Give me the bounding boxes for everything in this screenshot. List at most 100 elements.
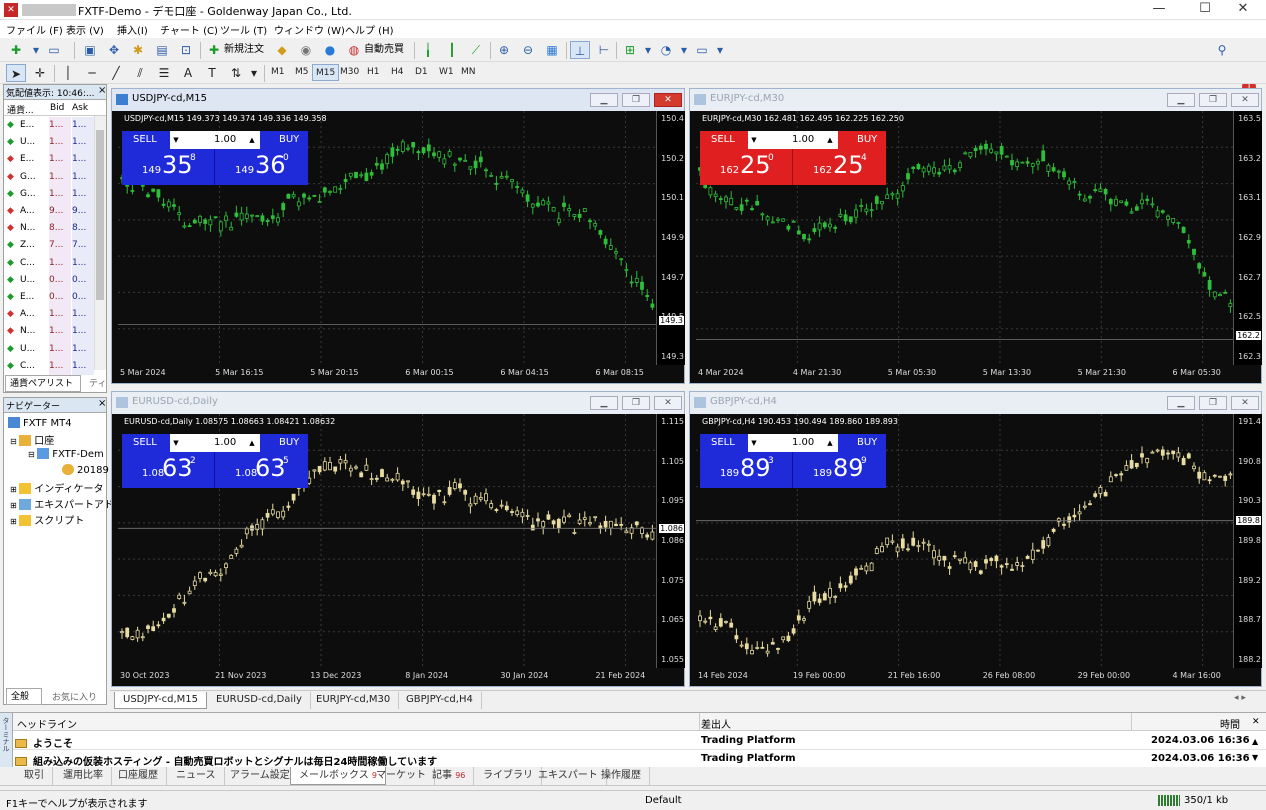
buy-button[interactable]: BUY	[838, 434, 886, 452]
chevron-down-icon[interactable]: ▼	[748, 435, 760, 451]
chevron-up-icon[interactable]: ▲	[824, 435, 836, 451]
sell-quote[interactable]: 149 35 8	[122, 149, 215, 185]
period-m30[interactable]: M30	[337, 64, 362, 81]
tile-windows-icon[interactable]: ▦	[542, 41, 562, 59]
col-time[interactable]: 時間	[1220, 716, 1240, 731]
lot-size-field[interactable]: ▼ 1.00 ▲	[170, 434, 260, 452]
auto-scroll-icon[interactable]: ⊥	[570, 41, 590, 59]
market-watch-row[interactable]: ◆ E... 1... 1...	[4, 117, 94, 135]
chevron-up-icon[interactable]: ▲	[824, 132, 836, 148]
sell-quote[interactable]: 189 89 3	[700, 452, 793, 488]
sell-button[interactable]: SELL	[122, 434, 170, 452]
period-mn[interactable]: MN	[458, 64, 479, 81]
close-button[interactable]: ✕	[1220, 0, 1266, 20]
chart-tab-eurusd[interactable]: EURUSD-cd,Daily	[208, 692, 311, 709]
strategy-tester-icon[interactable]: ⊡	[176, 41, 196, 59]
minimize-icon[interactable]: ▁	[1167, 396, 1195, 410]
terminal-tab[interactable]: 操作履歴	[593, 767, 650, 785]
terminal-tab[interactable]: 口座履歴	[110, 767, 167, 785]
col-bid[interactable]: Bid	[50, 103, 64, 113]
nav-indicators[interactable]: ⊞ インディケータ	[10, 480, 104, 495]
restore-icon[interactable]: ❐	[622, 396, 650, 410]
market-watch-row[interactable]: ◆ G... 1... 1...	[4, 168, 94, 186]
new-chart-icon[interactable]: ✚	[6, 41, 26, 59]
menu-insert[interactable]: 挿入(I)	[117, 22, 148, 37]
market-watch-row[interactable]: ◆ A... 9... 9...	[4, 203, 94, 221]
market-watch-row[interactable]: ◆ U... 1... 1...	[4, 134, 94, 152]
zoom-out-icon[interactable]: ⊖	[518, 41, 538, 59]
chart-shift-icon[interactable]: ⊢	[594, 41, 614, 59]
chart-caption[interactable]: GBPJPY-cd,H4 ▁ ❐ ✕	[690, 392, 1261, 414]
chevron-down-icon[interactable]: ▾	[710, 41, 730, 59]
new-order-icon[interactable]: ✚	[204, 41, 224, 59]
navigator-icon[interactable]: ✱	[128, 41, 148, 59]
menu-help[interactable]: ヘルプ (H)	[345, 22, 394, 37]
col-symbol[interactable]: 通貨...	[7, 103, 34, 116]
chevron-down-icon[interactable]: ▾	[638, 41, 658, 59]
chart-caption[interactable]: EURJPY-cd,M30 ▁ ❐ ✕	[690, 89, 1261, 111]
nav-account[interactable]: 20189	[62, 464, 109, 476]
vertical-line-icon[interactable]: │	[58, 64, 78, 82]
market-watch-icon[interactable]: ▣	[80, 41, 100, 59]
market-watch-row[interactable]: ◆ E... 0... 0...	[4, 289, 94, 307]
close-icon[interactable]: ✕	[1231, 396, 1259, 410]
lot-size-field[interactable]: ▼ 1.00 ▲	[748, 434, 838, 452]
close-icon[interactable]: ✕	[654, 93, 682, 107]
text-label-icon[interactable]: T	[202, 64, 222, 82]
tab-symbols[interactable]: 通貨ペアリスト	[5, 375, 81, 392]
auto-trade-icon[interactable]: ◍	[344, 41, 364, 59]
mail-row[interactable]: ようこそ Trading Platform 2024.03.06 16:36	[13, 732, 1266, 750]
arrows-icon[interactable]: ⇅	[226, 64, 246, 82]
candlestick-icon[interactable]: ┃	[442, 41, 462, 59]
channel-icon[interactable]: ⫽	[130, 64, 150, 82]
terminal-tab[interactable]: 記事 96	[424, 767, 475, 785]
crosshair-icon[interactable]: ✛	[30, 64, 50, 82]
market-watch-row[interactable]: ◆ C... 1... 1...	[4, 357, 94, 375]
nav-root[interactable]: FXTF MT4	[8, 417, 72, 429]
new-order-button[interactable]: 新規注文	[224, 42, 264, 58]
nav-accounts[interactable]: ⊟ 口座	[10, 432, 54, 447]
sell-button[interactable]: SELL	[700, 131, 748, 149]
period-h1[interactable]: H1	[364, 64, 383, 81]
terminal-tab[interactable]: アラーム設定	[222, 767, 299, 785]
search-icon[interactable]: ⚲	[1212, 41, 1232, 59]
sell-quote[interactable]: 162 25 0	[700, 149, 793, 185]
menu-chart[interactable]: チャート (C)	[160, 22, 218, 37]
col-headline[interactable]: ヘッドライン	[17, 716, 77, 731]
chevron-down-icon[interactable]: ▼	[170, 132, 182, 148]
scroll-up-icon[interactable]: ▲	[1252, 737, 1258, 746]
restore-icon[interactable]: ❐	[622, 93, 650, 107]
lot-size-field[interactable]: ▼ 1.00 ▲	[748, 131, 838, 149]
auto-trade-button[interactable]: 自動売買	[364, 42, 404, 58]
menu-view[interactable]: 表示 (V)	[66, 22, 104, 37]
periods-clock-icon[interactable]: ◔	[656, 41, 676, 59]
buy-quote[interactable]: 162 25 4	[793, 149, 886, 185]
scroll-thumb[interactable]	[96, 130, 104, 300]
market-watch-row[interactable]: ◆ C... 1... 1...	[4, 254, 94, 272]
tab-favorites[interactable]: お気に入り	[52, 690, 97, 703]
terminal-tab[interactable]: 取引	[16, 767, 53, 785]
terminal-tab[interactable]: ニュース	[168, 767, 225, 785]
indicators-icon[interactable]: ⊞	[620, 41, 640, 59]
lot-size-field[interactable]: ▼ 1.00 ▲	[170, 131, 260, 149]
sell-button[interactable]: SELL	[122, 131, 170, 149]
chevron-up-icon[interactable]: ▲	[246, 132, 258, 148]
templates-icon[interactable]: ▭	[692, 41, 712, 59]
market-watch-row[interactable]: ◆ E... 1... 1...	[4, 151, 94, 169]
buy-quote[interactable]: 1.08 63 5	[215, 452, 308, 488]
market-watch-row[interactable]: ◆ A... 1... 1...	[4, 306, 94, 324]
trendline-icon[interactable]: ╱	[106, 64, 126, 82]
nav-experts[interactable]: ⊞ エキスパートアド	[10, 496, 114, 511]
buy-button[interactable]: BUY	[260, 131, 308, 149]
sell-quote[interactable]: 1.08 63 2	[122, 452, 215, 488]
nav-scripts[interactable]: ⊞ スクリプト	[10, 512, 84, 527]
tab-general[interactable]: 全般	[6, 688, 42, 705]
horizontal-line-icon[interactable]: ─	[82, 64, 102, 82]
restore-icon[interactable]: ❐	[1199, 93, 1227, 107]
market-watch-row[interactable]: ◆ N... 8... 8...	[4, 220, 94, 238]
market-watch-row[interactable]: ◆ U... 1... 1...	[4, 340, 94, 358]
line-chart-icon[interactable]: ⟋	[466, 41, 486, 59]
minimize-button[interactable]: —	[1136, 0, 1182, 20]
chart-window[interactable]: USDJPY-cd,M15 ▁ ❐ ✕ USDJPY-cd,M15 149.373 14…	[111, 88, 685, 384]
period-m1[interactable]: M1	[268, 64, 288, 81]
